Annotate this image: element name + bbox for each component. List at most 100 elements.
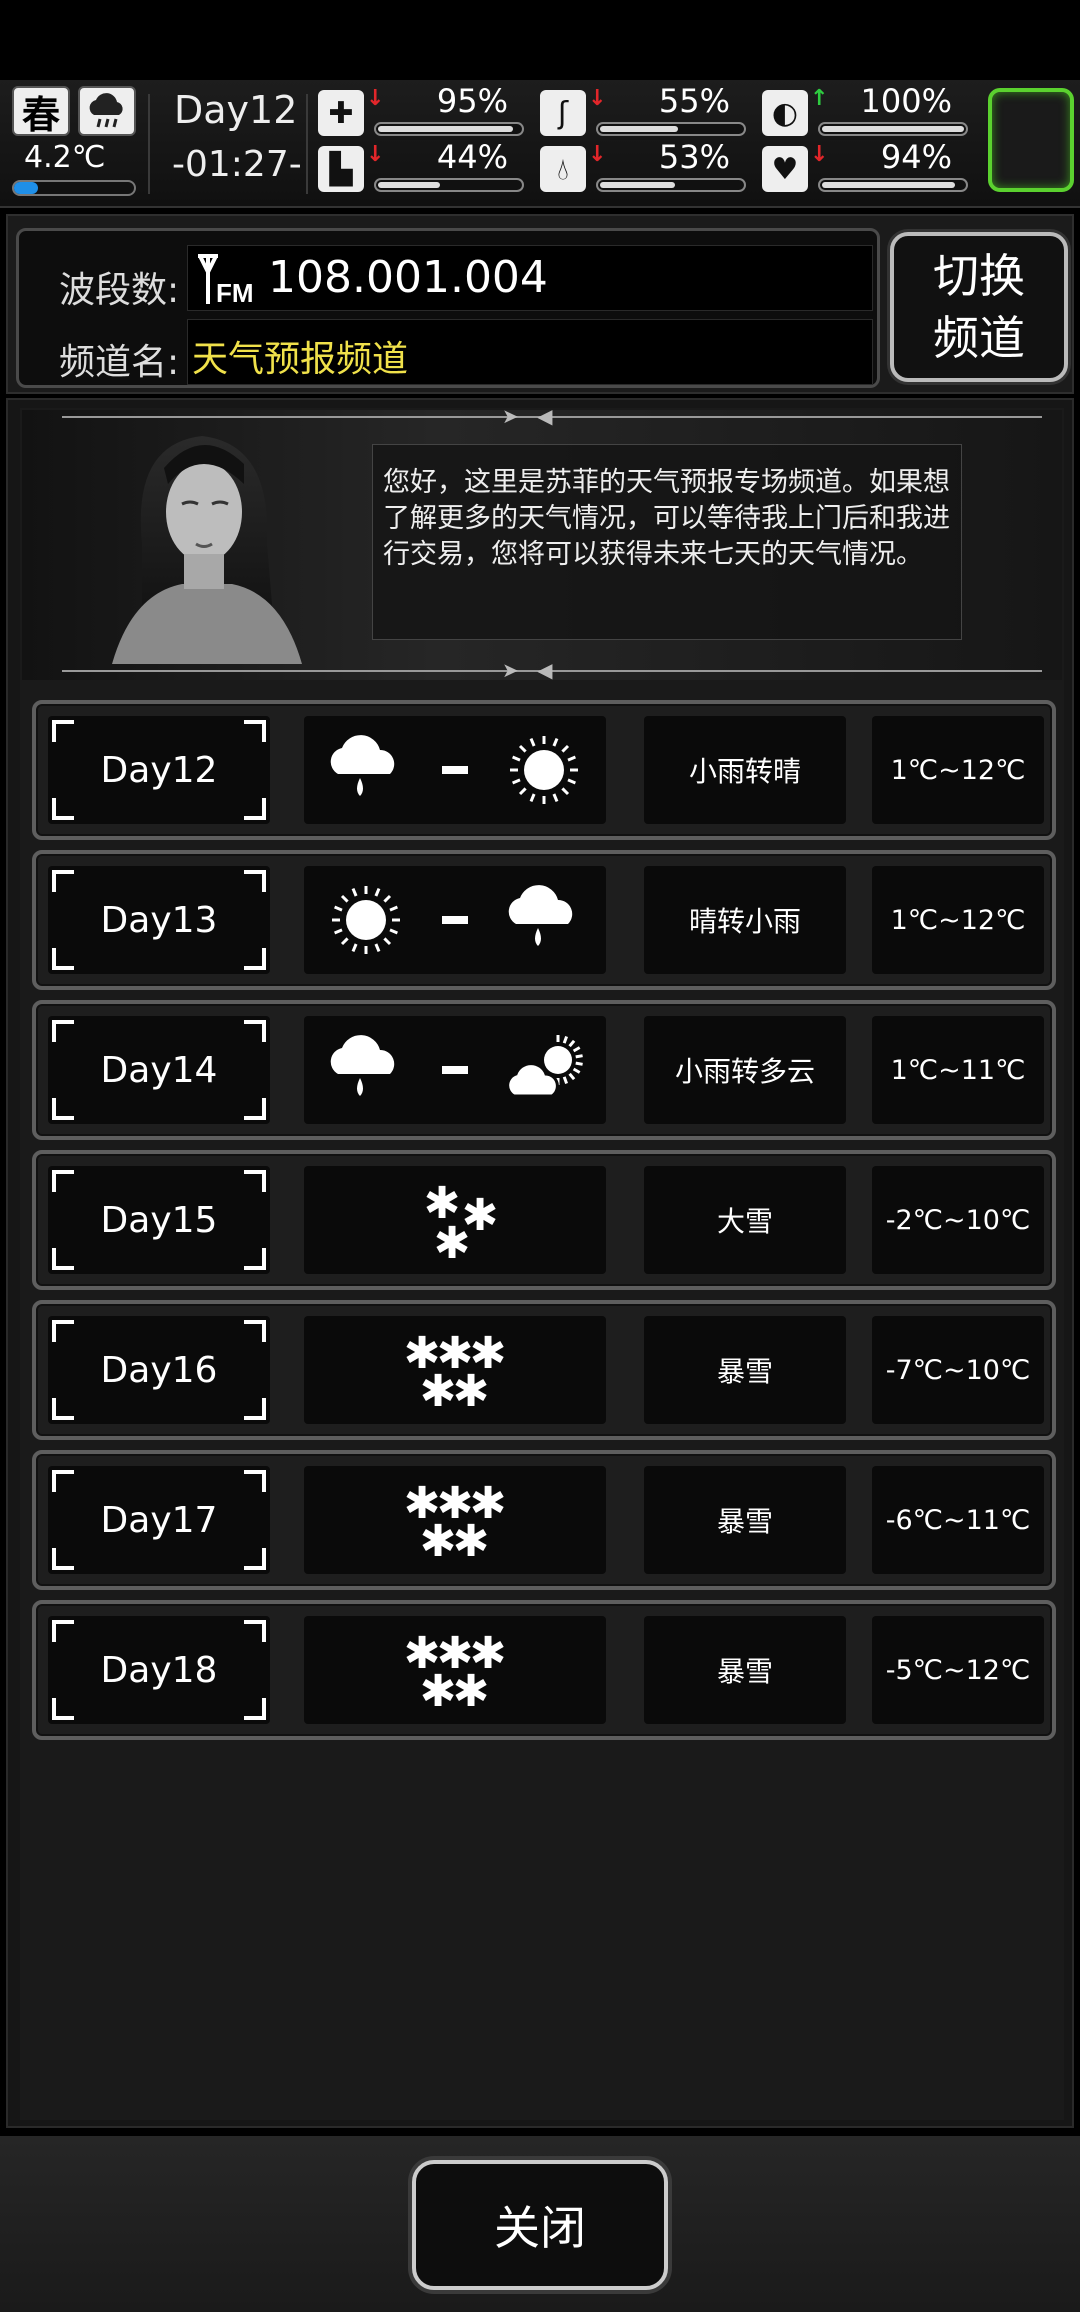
weather-icon-cell: ✱ ✱ ✱ ✱ ✱ — [304, 1616, 606, 1724]
blizzard-icon: ✱✱✱✱✱ — [404, 1328, 507, 1417]
forecast-day: Day14 — [100, 1049, 218, 1091]
forecast-row: Day16 ✱ ✱ ✱ ✱ ✱ 暴雪 -7℃~10℃ — [32, 1300, 1056, 1440]
weather-icon — [330, 735, 578, 804]
desc-cell: 暴雪 — [644, 1616, 846, 1724]
trend-down-icon: ↓ — [366, 142, 385, 167]
forecast-day: Day18 — [100, 1649, 218, 1691]
weather-description: 晴转小雨 — [688, 905, 801, 938]
temp-cell: 1℃~12℃ — [872, 716, 1044, 824]
band-label: 波段数: — [59, 270, 180, 311]
channel-label: 频道名: — [59, 342, 180, 383]
temperature-range: 1℃~12℃ — [890, 904, 1026, 936]
weather-description: 小雨转多云 — [674, 1055, 815, 1088]
desc-cell: 大雪 — [644, 1166, 846, 1274]
temp-cell: -2℃~10℃ — [872, 1166, 1044, 1274]
stat-value: 94% — [880, 138, 952, 176]
channel-name: 天气预报频道 — [192, 339, 409, 380]
cloud-rain-icon — [78, 86, 136, 136]
day-cell: Day18 — [48, 1616, 270, 1724]
trend-down-icon: ↓ — [366, 86, 385, 111]
stat-hunger: ʃ ↓ 55% — [540, 82, 746, 142]
stat-health: ✚ ↓ 95% — [318, 82, 524, 142]
blizzard-icon: ✱✱✱✱✱ — [404, 1628, 507, 1717]
weather-description: 暴雪 — [716, 1655, 773, 1688]
radio-info: 波段数: FM 108.001.004 频道名: 天气预报频道 — [16, 228, 880, 388]
stat-stamina: ▙ ↓ 44% — [318, 138, 524, 198]
day-cell: Day16 — [48, 1316, 270, 1424]
stat-medicine: ◐ ↑ 100% — [762, 82, 968, 142]
svg-text:✱: ✱ — [453, 1516, 490, 1567]
channel-name-field: 天气预报频道 — [187, 319, 873, 385]
day-cell: Day13 — [48, 866, 270, 974]
day-cell: Day14 — [48, 1016, 270, 1124]
medkit-icon: ✚ — [318, 90, 364, 136]
temp-cell: 1℃~12℃ — [872, 866, 1044, 974]
announcer-speech: 您好，这里是苏菲的天气预报专场频道。如果想了解更多的天气情况，可以等待我上门后和… — [372, 444, 962, 640]
svg-text:✱: ✱ — [420, 1516, 457, 1567]
switch-label-line2: 频道 — [933, 311, 1025, 365]
forecast-row: Day15 ✱ ✱ ✱ 大雪 -2℃~10℃ — [32, 1150, 1056, 1290]
trend-down-icon: ↓ — [588, 142, 607, 167]
menu-button[interactable] — [988, 88, 1074, 192]
divider — [148, 94, 150, 194]
weather-icon-cell — [304, 716, 606, 824]
weather-icon — [332, 885, 573, 954]
weather-description: 大雪 — [716, 1205, 773, 1238]
day-cell: Day12 — [48, 716, 270, 824]
weather-icon: ✱✱✱✱✱ — [404, 1328, 507, 1417]
weather-icon-cell: ✱ ✱ ✱ — [304, 1166, 606, 1274]
weather-icon: ✱✱✱✱✱ — [404, 1628, 507, 1717]
frequency-field: FM 108.001.004 — [187, 245, 873, 311]
trend-up-icon: ↑ — [810, 86, 829, 111]
desc-cell: 小雨转多云 — [644, 1016, 846, 1124]
forecast-day: Day12 — [100, 749, 218, 791]
svg-text:✱: ✱ — [453, 1366, 490, 1417]
divider — [306, 94, 308, 194]
heart-icon: ♥ — [762, 146, 808, 192]
day-cell: Day17 — [48, 1466, 270, 1574]
forecast-row: Day12 小雨转晴 1℃~12℃ — [32, 700, 1056, 840]
close-button[interactable]: 关闭 — [412, 2160, 668, 2290]
sun-icon — [510, 736, 578, 804]
forecast-row: Day13 晴转小雨 1℃~12℃ — [32, 850, 1056, 990]
forecast-panel: ➤ ◀ 您好，这里是苏菲的天气预报专场频道。如果想了解更多的天气情况，可以等待我… — [6, 398, 1074, 2128]
temp-cell: -7℃~10℃ — [872, 1316, 1044, 1424]
stat-value: 44% — [436, 138, 508, 176]
boot-icon: ▙ — [318, 146, 364, 192]
rain-icon — [330, 735, 395, 796]
temperature-range: -6℃~11℃ — [885, 1504, 1031, 1536]
status-bar: 春 4.2℃ Day12 -01:27- ✚ ↓ 95% ʃ ↓ 55% ◐ ↑ — [0, 80, 1080, 208]
water-drop-icon: 💧︎ — [540, 146, 586, 192]
forecast-day: Day17 — [100, 1499, 218, 1541]
weather-description: 小雨转晴 — [688, 755, 801, 788]
divider-arrows: ➤ ◀ — [502, 658, 559, 682]
temp-cell: -5℃~12℃ — [872, 1616, 1044, 1724]
weather-icon: ✱✱✱✱✱ — [404, 1478, 507, 1567]
pill-icon: ◐ — [762, 90, 808, 136]
svg-text:✱: ✱ — [453, 1666, 490, 1717]
announcer-dialog: ➤ ◀ 您好，这里是苏菲的天气预报专场频道。如果想了解更多的天气情况，可以等待我… — [22, 404, 1062, 682]
desc-cell: 晴转小雨 — [644, 866, 846, 974]
divider-arrows: ➤ ◀ — [502, 404, 559, 428]
svg-text:✱: ✱ — [434, 1218, 471, 1269]
temperature-range: -7℃~10℃ — [885, 1354, 1031, 1386]
switch-label-line1: 切换 — [933, 249, 1025, 303]
desc-cell: 暴雪 — [644, 1316, 846, 1424]
temperature-range: 1℃~12℃ — [890, 754, 1026, 786]
trend-down-icon: ↓ — [588, 86, 607, 111]
frequency-value: 108.001.004 — [268, 252, 548, 303]
sun-icon — [332, 886, 400, 954]
forecast-day: Day16 — [100, 1349, 218, 1391]
weather-description: 暴雪 — [716, 1355, 773, 1388]
stat-value: 100% — [860, 82, 952, 120]
weather-icon — [330, 1035, 583, 1098]
weather-icon-cell: ✱ ✱ ✱ ✱ ✱ — [304, 1466, 606, 1574]
antenna-icon: FM — [198, 254, 254, 308]
forecast-day: Day13 — [100, 899, 218, 941]
season-badge: 春 — [12, 86, 70, 137]
day-cell: Day15 — [48, 1166, 270, 1274]
switch-channel-button[interactable]: 切换 频道 — [890, 232, 1068, 382]
forecast-row: Day17 ✱ ✱ ✱ ✱ ✱ 暴雪 -6℃~11℃ — [32, 1450, 1056, 1590]
weather-icon-cell — [304, 866, 606, 974]
day-counter: Day12 — [174, 88, 298, 132]
